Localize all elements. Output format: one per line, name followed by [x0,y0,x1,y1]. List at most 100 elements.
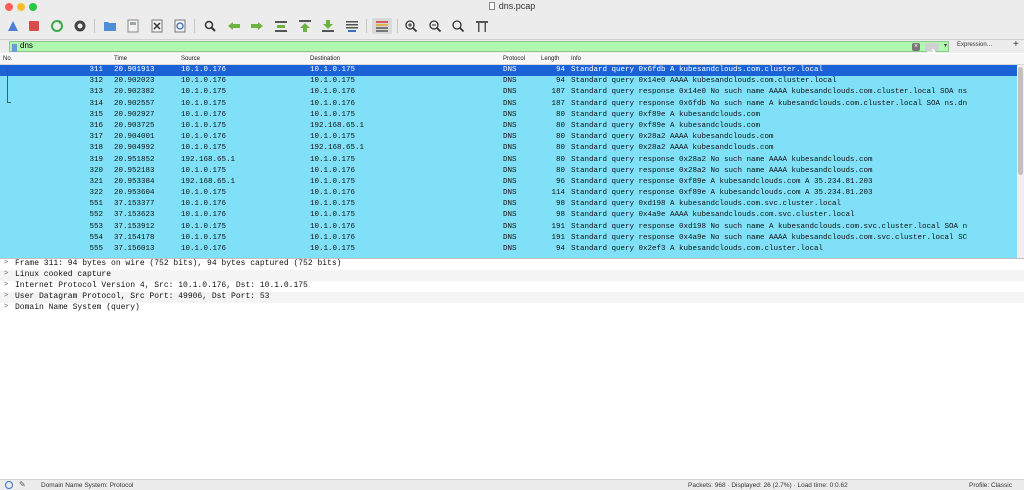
find-packet-icon[interactable] [202,18,218,34]
expand-arrow-icon[interactable]: > [4,281,8,289]
table-row[interactable]: 314 20.902557 10.1.0.175 10.1.0.176 DNS 187 St… [0,98,1017,110]
packet-length: 80 [555,121,565,130]
column-header-length[interactable]: Length [541,56,559,62]
packet-length: 80 [555,166,565,175]
filter-history-chevron-icon[interactable]: ▾ [944,42,947,49]
go-back-icon[interactable] [226,18,242,34]
normal-size-icon[interactable] [450,18,466,34]
table-row[interactable]: 553 37.153912 10.1.0.175 10.1.0.176 DNS 191 St… [0,221,1017,233]
detail-text: Domain Name System (query) [15,303,140,312]
detail-tree-item[interactable]: > Frame 311: 94 bytes on wire (752 bits),… [0,259,1024,270]
packet-no: 322 [89,189,103,198]
first-packet-icon[interactable] [297,18,313,34]
table-row-selected[interactable]: 311 20.901913 10.1.0.176 10.1.0.175 DNS 94 Sta… [0,65,1017,77]
reload-file-icon[interactable] [172,18,188,34]
packet-destination: 192.168.65.1 [310,144,365,153]
detail-tree-item[interactable]: > Domain Name System (query) [0,303,1024,314]
table-row[interactable]: 554 37.154178 10.1.0.175 10.1.0.176 DNS 191 St… [0,232,1017,244]
expression-button[interactable]: Expression… [957,42,993,48]
table-row[interactable]: 313 20.902382 10.1.0.175 10.1.0.176 DNS 187 St… [0,87,1017,99]
packet-length: 94 [555,66,565,74]
apply-filter-icon[interactable] [925,43,939,56]
column-header-protocol[interactable]: Protocol [503,56,525,62]
bookmark-icon[interactable] [12,44,17,52]
packet-protocol: DNS [503,110,517,119]
edit-comment-icon[interactable]: ✎ [19,480,26,489]
table-row[interactable]: 317 20.904001 10.1.0.176 10.1.0.175 DNS 80 Sta… [0,132,1017,144]
table-row[interactable]: 320 20.952183 10.1.0.175 10.1.0.176 DNS 80 Sta… [0,165,1017,177]
expand-arrow-icon[interactable]: > [4,303,8,311]
packet-length: 187 [551,88,565,97]
detail-text: User Datagram Protocol, Src Port: 49906,… [15,292,270,301]
detail-tree-item[interactable]: > Linux cooked capture [0,270,1024,281]
packet-destination: 10.1.0.176 [310,222,356,231]
packet-list-scrollbar[interactable] [1017,65,1024,258]
packet-no: 555 [89,245,103,253]
toolbar-separator [366,19,367,33]
table-row[interactable]: 312 20.902023 10.1.0.176 10.1.0.175 DNS 94 Sta… [0,76,1017,88]
table-row[interactable]: 315 20.902927 10.1.0.176 10.1.0.175 DNS 80 Sta… [0,109,1017,121]
capture-options-icon[interactable] [72,18,88,34]
table-row[interactable]: 552 37.153623 10.1.0.176 10.1.0.175 DNS 98 Sta… [0,210,1017,222]
table-row[interactable]: 551 37.153377 10.1.0.176 10.1.0.175 DNS 98 Sta… [0,199,1017,211]
close-file-icon[interactable] [149,18,165,34]
column-header-destination[interactable]: Destination [310,56,340,62]
packet-destination: 10.1.0.176 [310,233,356,242]
zoom-out-icon[interactable] [427,18,443,34]
packet-destination: 10.1.0.175 [310,155,356,164]
go-forward-icon[interactable] [249,18,265,34]
open-file-icon[interactable] [102,18,118,34]
packet-info: Standard query response 0xf89e A kubesan… [571,177,873,186]
packet-details-pane: > Frame 311: 94 bytes on wire (752 bits),… [0,259,1024,317]
packet-no: 311 [89,66,103,74]
colorize-icon[interactable] [372,18,392,34]
packet-time: 20.902557 [114,99,155,108]
go-to-packet-icon[interactable] [273,18,289,34]
clear-filter-icon[interactable]: × [912,43,920,51]
packet-source: 192.168.65.1 [181,155,236,164]
detail-text: Linux cooked capture [15,270,112,279]
packet-info: Standard query 0x6fdb A kubesandclouds.c… [571,66,824,74]
table-row[interactable]: 318 20.904992 10.1.0.175 192.168.65.1 DNS 80 S… [0,143,1017,155]
packet-info: Standard query 0xf89e A kubesandclouds.c… [571,110,761,119]
column-header-info[interactable]: Info [571,56,581,62]
zoom-in-icon[interactable] [403,18,419,34]
packet-protocol: DNS [503,144,517,153]
add-filter-button[interactable]: + [1013,39,1019,50]
detail-tree-item[interactable]: > Internet Protocol Version 4, Src: 10.1.… [0,281,1024,292]
expand-arrow-icon[interactable]: > [4,270,8,278]
table-row[interactable]: 555 37.156013 10.1.0.176 10.1.0.175 DNS 94 Sta… [0,244,1017,256]
expert-info-icon[interactable] [5,481,13,489]
status-profile[interactable]: Profile: Classic [969,482,1012,489]
table-row[interactable]: 321 20.953384 192.168.65.1 10.1.0.175 DNS 96 S… [0,176,1017,189]
packet-protocol: DNS [503,66,517,74]
packet-destination: 10.1.0.175 [310,66,356,74]
autoscroll-icon[interactable] [344,18,360,34]
column-header-time[interactable]: Time [114,56,127,62]
packet-no: 320 [89,166,103,175]
resize-columns-icon[interactable] [474,18,490,34]
packet-time: 20.904992 [114,144,155,153]
restart-capture-icon[interactable] [49,18,65,34]
packet-length: 114 [551,189,565,198]
scrollbar-thumb[interactable] [1018,67,1023,175]
start-capture-icon[interactable] [5,18,21,34]
title-bar: dns.pcap [0,0,1024,14]
column-header-source[interactable]: Source [181,56,200,62]
expand-arrow-icon[interactable]: > [4,292,8,300]
packet-info: Standard query 0xd198 A kubesandclouds.c… [571,200,842,209]
packet-source: 10.1.0.175 [181,144,227,153]
window-title: dns.pcap [0,1,1024,11]
last-packet-icon[interactable] [320,18,336,34]
table-row[interactable]: 322 20.953604 10.1.0.175 10.1.0.176 DNS 114 St… [0,188,1017,200]
column-header-no[interactable]: No. [3,56,12,62]
display-filter-input[interactable]: dns × ▾ [9,41,949,56]
expand-arrow-icon[interactable]: > [4,259,8,267]
packet-time: 20.953604 [114,189,155,198]
table-row[interactable]: 316 20.903725 10.1.0.175 192.168.65.1 DNS 80 S… [0,120,1017,133]
detail-tree-item[interactable]: > User Datagram Protocol, Src Port: 49906… [0,292,1024,303]
save-file-icon[interactable] [125,18,141,34]
table-row[interactable]: 319 20.951852 192.168.65.1 10.1.0.175 DNS 80 S… [0,154,1017,166]
packet-source: 10.1.0.176 [181,77,227,86]
stop-capture-icon[interactable] [26,18,42,34]
